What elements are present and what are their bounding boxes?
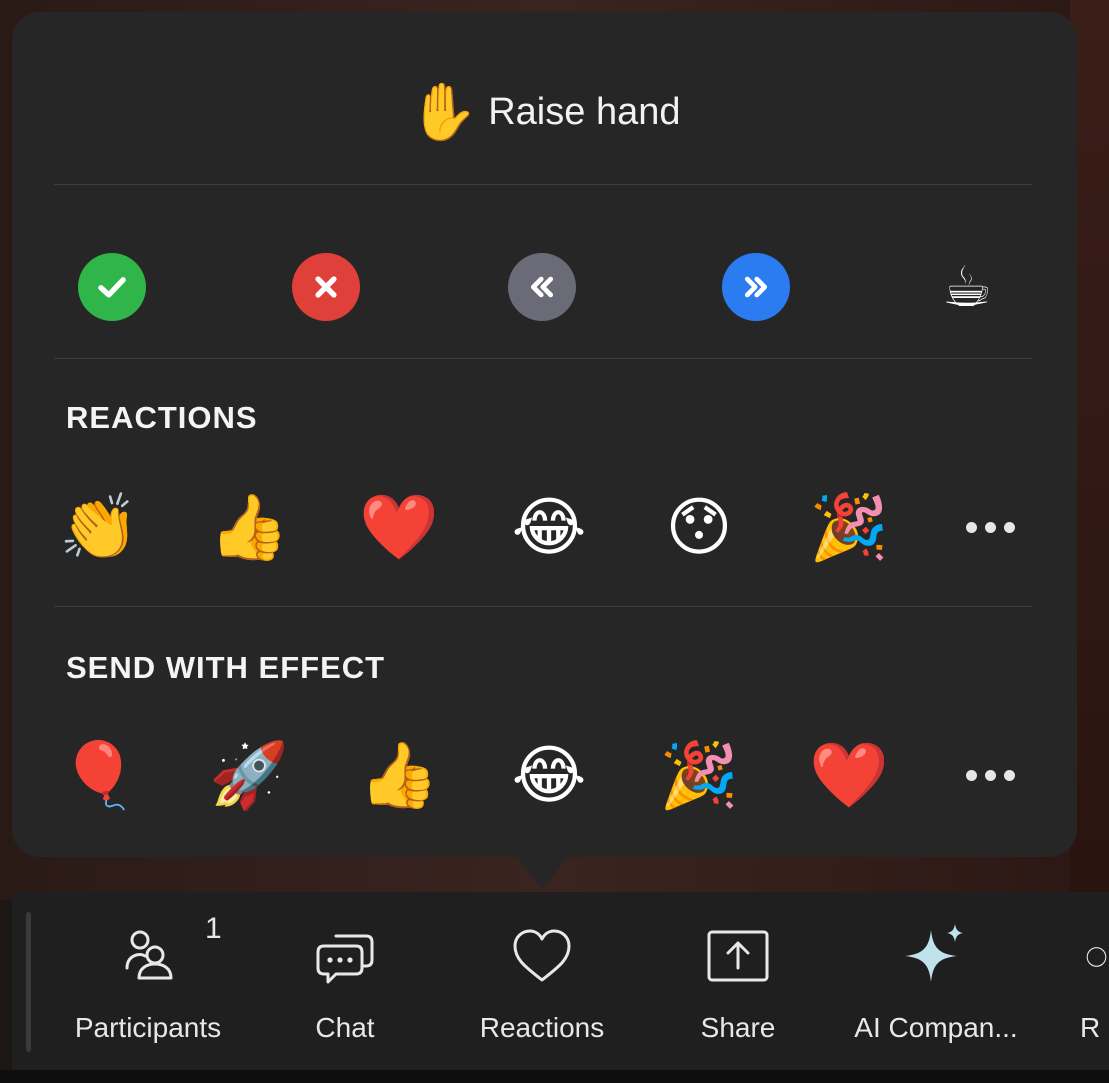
no-button[interactable] xyxy=(292,253,360,321)
participants-count-badge: 1 xyxy=(205,912,222,945)
joy-reaction[interactable]: 😂 xyxy=(504,482,594,572)
party-popper-reaction[interactable]: 🎉 xyxy=(804,482,894,572)
divider xyxy=(54,184,1032,185)
divider xyxy=(54,358,1032,359)
toolbar-scroll-edge xyxy=(26,912,31,1052)
balloon-effect[interactable]: 🎈 xyxy=(54,730,144,820)
chat-icon xyxy=(308,920,382,994)
dot xyxy=(965,521,977,533)
reactions-label: Reactions xyxy=(479,1012,605,1043)
effects-section-title: SEND WITH EFFECT xyxy=(66,650,386,685)
reactions-row: 👏 👍 ❤️ 😂 😯 🎉 xyxy=(54,482,1044,572)
raise-hand-label: Raise hand xyxy=(488,90,681,133)
clap-reaction[interactable]: 👏 xyxy=(54,482,144,572)
heart-reaction[interactable]: ❤️ xyxy=(354,482,444,572)
more-effects-button[interactable] xyxy=(950,730,1030,820)
record-icon xyxy=(1080,920,1109,994)
faster-button[interactable] xyxy=(722,253,790,321)
raise-hand-button[interactable]: ✋ Raise hand xyxy=(12,82,1077,142)
coffee-icon[interactable]: ☕ xyxy=(942,247,992,327)
dot xyxy=(984,769,996,781)
slower-button[interactable] xyxy=(508,253,576,321)
double-right-chevron-icon xyxy=(744,276,768,298)
chat-label: Chat xyxy=(315,1012,375,1043)
record-label: R xyxy=(1080,1012,1101,1043)
share-label: Share xyxy=(700,1012,776,1043)
chat-button[interactable]: Chat xyxy=(300,920,390,1050)
double-left-chevron-icon xyxy=(530,276,554,298)
party-popper-effect[interactable]: 🎉 xyxy=(654,730,744,820)
nonverbal-feedback-row: ☕ xyxy=(54,247,1032,327)
dot xyxy=(965,769,977,781)
dot xyxy=(1003,769,1015,781)
raise-hand-icon: ✋ xyxy=(408,80,479,143)
dot xyxy=(1003,521,1015,533)
dot xyxy=(984,521,996,533)
thumbs-up-reaction[interactable]: 👍 xyxy=(204,482,294,572)
more-reactions-button[interactable] xyxy=(950,482,1030,572)
check-icon xyxy=(98,277,126,298)
participants-icon xyxy=(111,920,185,994)
divider xyxy=(54,606,1032,607)
yes-button[interactable] xyxy=(78,253,146,321)
participants-label: Participants xyxy=(74,1012,222,1043)
share-button[interactable]: Share xyxy=(690,920,786,1050)
effects-row: 🎈 🚀 👍 😂 🎉 ❤️ xyxy=(54,730,1044,820)
bottom-edge xyxy=(0,1070,1109,1083)
thumbs-up-effect[interactable]: 👍 xyxy=(354,730,444,820)
rocket-effect[interactable]: 🚀 xyxy=(204,730,294,820)
x-icon xyxy=(315,276,337,298)
reactions-popup: ✋ Raise hand ☕ REACTIONS 👏 👍 ❤️ 😂 😯 🎉 SE… xyxy=(12,12,1077,857)
reactions-button[interactable]: Reactions xyxy=(468,920,616,1050)
ai-companion-label: AI Compan... xyxy=(854,1012,1018,1043)
open-mouth-reaction[interactable]: 😯 xyxy=(654,482,744,572)
share-icon xyxy=(701,920,775,994)
reactions-section-title: REACTIONS xyxy=(66,400,258,435)
heart-effect[interactable]: ❤️ xyxy=(804,730,894,820)
sparkle-icon xyxy=(899,920,973,994)
ai-companion-button[interactable]: AI Compan... xyxy=(840,920,1032,1050)
popup-pointer xyxy=(514,854,570,890)
record-button[interactable]: R xyxy=(1080,920,1109,1050)
joy-effect[interactable]: 😂 xyxy=(504,730,594,820)
heart-icon xyxy=(505,920,579,994)
